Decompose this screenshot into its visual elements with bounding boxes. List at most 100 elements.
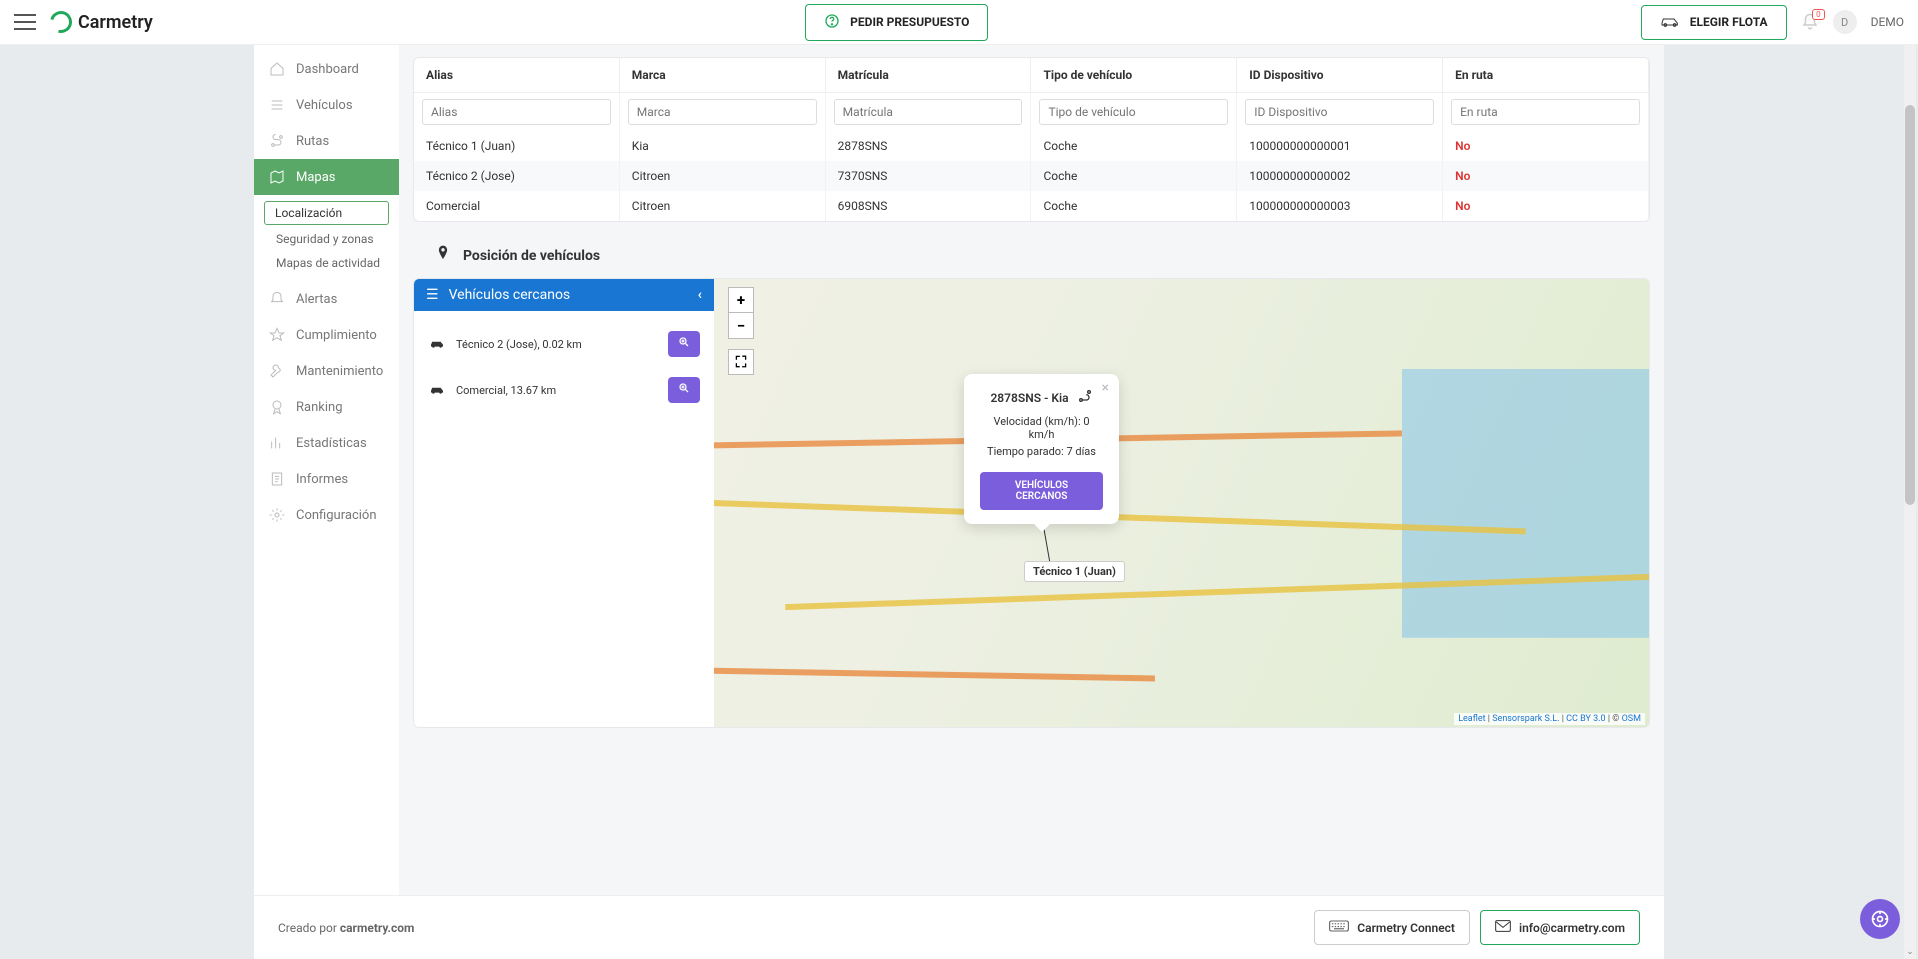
filter-icon: ☰ <box>426 287 439 303</box>
help-fab[interactable] <box>1860 899 1900 939</box>
popup-title: 2878SNS - Kia <box>990 391 1068 405</box>
nav-alertas[interactable]: Alertas <box>254 281 399 317</box>
list-icon <box>268 96 286 114</box>
brand-name: Carmetry <box>78 12 153 33</box>
medal-icon <box>268 398 286 416</box>
zoom-to-vehicle-button[interactable] <box>668 331 700 357</box>
zoom-to-vehicle-button[interactable] <box>668 377 700 403</box>
sub-actividad[interactable]: Mapas de actividad <box>254 251 399 275</box>
vehicles-table: Alias Marca Matrícula Tipo de vehículo I… <box>414 58 1649 221</box>
map-area: ☰ Vehículos cercanos ‹ Técnico 2 (Jose),… <box>413 278 1650 728</box>
route-icon <box>268 132 286 150</box>
filter-ruta[interactable] <box>1451 99 1640 125</box>
scroll-down-button[interactable]: ⌄ <box>1904 945 1916 959</box>
help-icon <box>824 13 840 32</box>
filter-matricula[interactable] <box>834 99 1023 125</box>
email-button[interactable]: info@carmetry.com <box>1480 910 1640 945</box>
cc-link[interactable]: CC BY 3.0 <box>1566 714 1605 724</box>
star-icon <box>268 326 286 344</box>
th-ruta[interactable]: En ruta <box>1443 58 1649 93</box>
sub-localizacion[interactable]: Localización <box>264 201 389 225</box>
user-name: DEMO <box>1871 15 1904 29</box>
nearby-vehicles-button[interactable]: VEHÍCULOS CERCANOS <box>980 472 1103 510</box>
filter-marca[interactable] <box>628 99 817 125</box>
popup-speed: Velocidad (km/h): 0 km/h <box>980 415 1103 441</box>
report-icon <box>268 470 286 488</box>
nav-mapas[interactable]: Mapas <box>254 159 399 195</box>
mail-icon <box>1495 920 1511 935</box>
menu-toggle[interactable] <box>14 14 36 30</box>
filter-id[interactable] <box>1245 99 1434 125</box>
nav-rutas[interactable]: Rutas <box>254 123 399 159</box>
th-id[interactable]: ID Dispositivo <box>1237 58 1443 93</box>
footer-text: Creado por carmetry.com <box>278 921 414 935</box>
notifications-button[interactable]: 0 <box>1801 13 1819 31</box>
nearby-title: Vehículos cercanos <box>449 287 571 303</box>
brand-logo[interactable]: Carmetry <box>50 11 153 33</box>
vehicles-card: Alias Marca Matrícula Tipo de vehículo I… <box>413 57 1650 222</box>
scrollbar[interactable]: ⌄ <box>1904 45 1916 959</box>
scroll-thumb[interactable] <box>1905 105 1915 505</box>
section-title: Posición de vehículos <box>463 248 600 264</box>
connect-button[interactable]: Carmetry Connect <box>1314 910 1470 945</box>
popup-stopped: Tiempo parado: 7 días <box>980 445 1103 458</box>
choose-fleet-button[interactable]: ELEGIR FLOTA <box>1641 5 1787 40</box>
footer-link[interactable]: carmetry.com <box>340 921 415 935</box>
collapse-panel-button[interactable]: ‹ <box>698 287 702 303</box>
car-icon <box>1660 14 1680 31</box>
leaflet-link[interactable]: Leaflet <box>1458 714 1485 724</box>
th-alias[interactable]: Alias <box>414 58 619 93</box>
filter-tipo[interactable] <box>1039 99 1228 125</box>
sidebar: Dashboard Vehículos Rutas Mapas Localiza… <box>254 45 399 959</box>
nav-vehiculos[interactable]: Vehículos <box>254 87 399 123</box>
car-icon <box>428 382 446 399</box>
logo-icon <box>46 7 76 37</box>
marker-label: Técnico 1 (Juan) <box>1024 561 1125 582</box>
car-icon <box>428 336 446 353</box>
nearby-item[interactable]: Comercial, 13.67 km <box>424 367 704 413</box>
zoom-out-button[interactable]: − <box>728 313 754 339</box>
nearby-header: ☰ Vehículos cercanos ‹ <box>414 279 714 311</box>
nav-ranking[interactable]: Ranking <box>254 389 399 425</box>
nav-configuracion[interactable]: Configuración <box>254 497 399 533</box>
nav-informes[interactable]: Informes <box>254 461 399 497</box>
nav-dashboard[interactable]: Dashboard <box>254 51 399 87</box>
table-row[interactable]: Técnico 2 (Jose) Citroen 7370SNS Coche 1… <box>414 161 1649 191</box>
table-row[interactable]: Comercial Citroen 6908SNS Coche 10000000… <box>414 191 1649 221</box>
nearby-item[interactable]: Técnico 2 (Jose), 0.02 km <box>424 321 704 367</box>
pin-icon <box>433 244 453 268</box>
popup-close-button[interactable]: × <box>1102 380 1109 396</box>
user-avatar[interactable]: D <box>1833 10 1857 34</box>
zoom-in-button[interactable]: + <box>728 287 754 313</box>
th-marca[interactable]: Marca <box>619 58 825 93</box>
filter-alias[interactable] <box>422 99 611 125</box>
keyboard-icon <box>1329 919 1349 936</box>
quote-label: PEDIR PRESUPUESTO <box>850 15 969 29</box>
home-icon <box>268 60 286 78</box>
fleet-label: ELEGIR FLOTA <box>1690 15 1768 29</box>
map-icon <box>268 168 286 186</box>
vehicle-popup: × 2878SNS - Kia Velocidad (km/h): 0 km/h… <box>964 374 1119 524</box>
route-icon <box>1077 388 1093 407</box>
osm-link[interactable]: OSM <box>1622 714 1641 724</box>
footer: Creado por carmetry.com Carmetry Connect… <box>254 895 1664 959</box>
th-matricula[interactable]: Matrícula <box>825 58 1031 93</box>
th-tipo[interactable]: Tipo de vehículo <box>1031 58 1237 93</box>
main-content: Alias Marca Matrícula Tipo de vehículo I… <box>399 45 1664 959</box>
bell-icon <box>268 290 286 308</box>
nearby-panel: ☰ Vehículos cercanos ‹ Técnico 2 (Jose),… <box>414 279 714 727</box>
fullscreen-button[interactable]: ⛶ <box>728 349 754 375</box>
gear-icon <box>268 506 286 524</box>
nav-cumplimiento[interactable]: Cumplimiento <box>254 317 399 353</box>
table-row[interactable]: Técnico 1 (Juan) Kia 2878SNS Coche 10000… <box>414 131 1649 161</box>
wrench-icon <box>268 362 286 380</box>
chart-icon <box>268 434 286 452</box>
request-quote-button[interactable]: PEDIR PRESUPUESTO <box>805 4 988 41</box>
nav-estadisticas[interactable]: Estadísticas <box>254 425 399 461</box>
map-attribution: Leaflet | Sensorspark S.L. | CC BY 3.0 |… <box>1454 713 1645 725</box>
sensor-link[interactable]: Sensorspark S.L. <box>1492 714 1559 724</box>
sub-seguridad[interactable]: Seguridad y zonas <box>254 227 399 251</box>
nav-mantenimiento[interactable]: Mantenimiento <box>254 353 399 389</box>
topbar: Carmetry PEDIR PRESUPUESTO ELEGIR FLOTA … <box>0 0 1918 45</box>
notif-badge: 0 <box>1812 9 1825 20</box>
